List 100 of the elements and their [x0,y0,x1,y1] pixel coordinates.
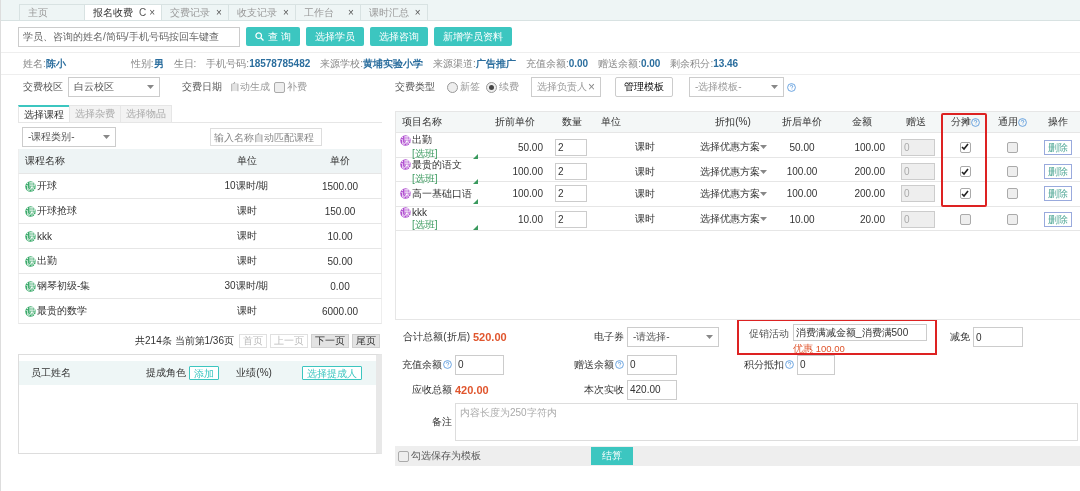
tab[interactable]: 收支记录 × [227,4,296,20]
discount-select[interactable]: 选择优惠方案 [699,164,767,179]
radio-button[interactable] [447,81,458,93]
waive-field[interactable]: 0 [973,327,1023,347]
table-cell-text: 课时 [634,212,656,226]
table-cell-text: 10.00 [516,213,544,225]
tab[interactable]: 报名收费 C × [84,4,163,20]
radio-button[interactable] [486,81,497,93]
help-icon[interactable] [970,117,980,127]
course-filter-field[interactable]: 输入名称自动匹配课程 [210,128,322,146]
discount-select[interactable]: 选择优惠方案 [699,140,767,154]
help-icon[interactable] [1017,117,1027,127]
course-name: 出勤 [37,254,57,268]
close-button[interactable]: × [347,7,354,18]
course-badge: 课 [400,159,411,170]
table-cell-text: 20.00 [858,213,886,225]
page-button[interactable]: 尾页 [352,334,380,348]
course-row[interactable]: 课 开球 10课时/期 1500.00 [18,174,382,199]
help-icon[interactable] [443,360,452,369]
checkbox[interactable] [1006,213,1018,225]
search-field[interactable]: 学员、咨询的姓名/简码/手机号码按回车键查 [18,26,240,47]
tab[interactable]: 工作台 × [294,4,361,20]
checkbox[interactable] [274,81,285,93]
course-row[interactable]: 课 最贵的数学 课时 6000.00 [18,299,382,324]
table-cell-text: 100.00 [785,188,819,200]
promo-field[interactable]: 消费满减金额_消费满500 [793,324,927,341]
coupon-select[interactable]: -请选择- [627,327,719,347]
page-button[interactable]: 下一页 [311,334,349,348]
field-label: 合计总额(折后) [402,330,471,344]
course-name: 开球抢球 [37,204,77,218]
item-name: 出勤 [412,133,432,147]
recharge-field[interactable]: 0 [455,354,504,375]
info-field: 剩余积分:13.46 [670,56,739,71]
discount-select[interactable]: 选择优惠方案 [699,186,767,201]
course-row[interactable]: 课 出勤 课时 50.00 [18,249,382,274]
category-select[interactable]: -课程类别- [22,127,116,147]
field-label: 交费类型 [395,80,435,94]
close-button[interactable]: × [282,7,289,18]
page-summary: 共214条 当前第1/36页 [135,334,234,348]
manage-template-button[interactable]: 管理模板 [615,77,673,97]
quantity-field[interactable]: 2 [555,163,587,180]
caret-icon [759,145,767,149]
quantity-field[interactable]: 2 [555,210,587,228]
discount-select[interactable]: 选择优惠方案 [699,212,767,226]
quantity-field[interactable]: 2 [555,138,587,156]
column-header: 单位 [601,115,621,129]
column-header: 业绩(%) [236,366,272,380]
gift-balance-field[interactable]: 0 [627,354,677,375]
select-class-link[interactable]: [选班] [400,147,481,161]
close-button[interactable]: × [216,7,222,18]
column-header: 员工姓名 [31,366,71,380]
checkbox[interactable] [1006,188,1018,200]
table-cell-text: 200.00 [853,188,886,200]
help-icon[interactable] [785,360,794,369]
field-label: 赠送余额 [574,357,614,372]
table-cell-text: 课时 [235,254,258,268]
close-button[interactable]: × [149,7,156,18]
caret-icon [706,335,713,339]
checkbox[interactable] [959,188,971,200]
course-row[interactable]: 课 开球抢球 课时 150.00 [18,199,382,224]
remark-field[interactable]: 内容长度为250字符内 [455,403,1078,441]
table-cell-text: 课时 [235,304,258,318]
column-header: 折后单价 [782,115,822,129]
paid-field[interactable]: 420.00 [627,379,677,400]
checkbox[interactable] [959,141,971,153]
table-cell-text: 课时 [634,164,656,179]
checkbox[interactable] [959,166,971,177]
close-button[interactable]: × [414,7,421,18]
select-class-link[interactable]: [选班] [400,217,481,232]
points-field[interactable]: 0 [797,354,835,375]
receivable-value: 420.00 [455,383,490,396]
checkbox[interactable] [1006,166,1018,177]
checkbox[interactable] [398,450,409,462]
course-row[interactable]: 课 kkk 课时 10.00 [18,224,382,249]
info-field: 性别:男 [130,56,164,71]
quantity-field[interactable]: 2 [555,185,587,203]
caret-icon [759,191,767,196]
table-cell-text: 10.00 [788,213,816,225]
tab[interactable]: 课时汇总 × [359,4,428,20]
course-name: 开球 [37,179,57,193]
column-header: 项目名称 [402,115,442,129]
table-cell-text: 6000.00 [320,305,360,317]
field-label: 交费日期 [182,80,222,94]
column-header: 操作 [1048,115,1068,129]
help-icon[interactable] [615,360,624,369]
checkbox[interactable] [959,213,971,225]
refresh-button[interactable]: C [139,7,147,18]
campus-select[interactable]: 白云校区 [68,77,160,97]
tab[interactable]: 选择课程 [18,105,70,122]
column-header: 金额 [852,115,872,129]
tab[interactable]: 交费记录 × [161,4,229,20]
course-badge: 课 [25,255,36,267]
course-row[interactable]: 课 钢琴初级-集 30课时/期 0.00 [18,274,382,299]
search-icon [255,32,264,41]
info-field: 充值余额:0.00 [525,56,589,71]
select-class-link[interactable]: [选班] [400,171,481,186]
table-cell-text: 50.00 [326,255,354,267]
checkbox[interactable] [1006,141,1018,153]
manager-field[interactable]: 选择负责人× [531,77,601,97]
help-icon[interactable] [787,82,796,92]
